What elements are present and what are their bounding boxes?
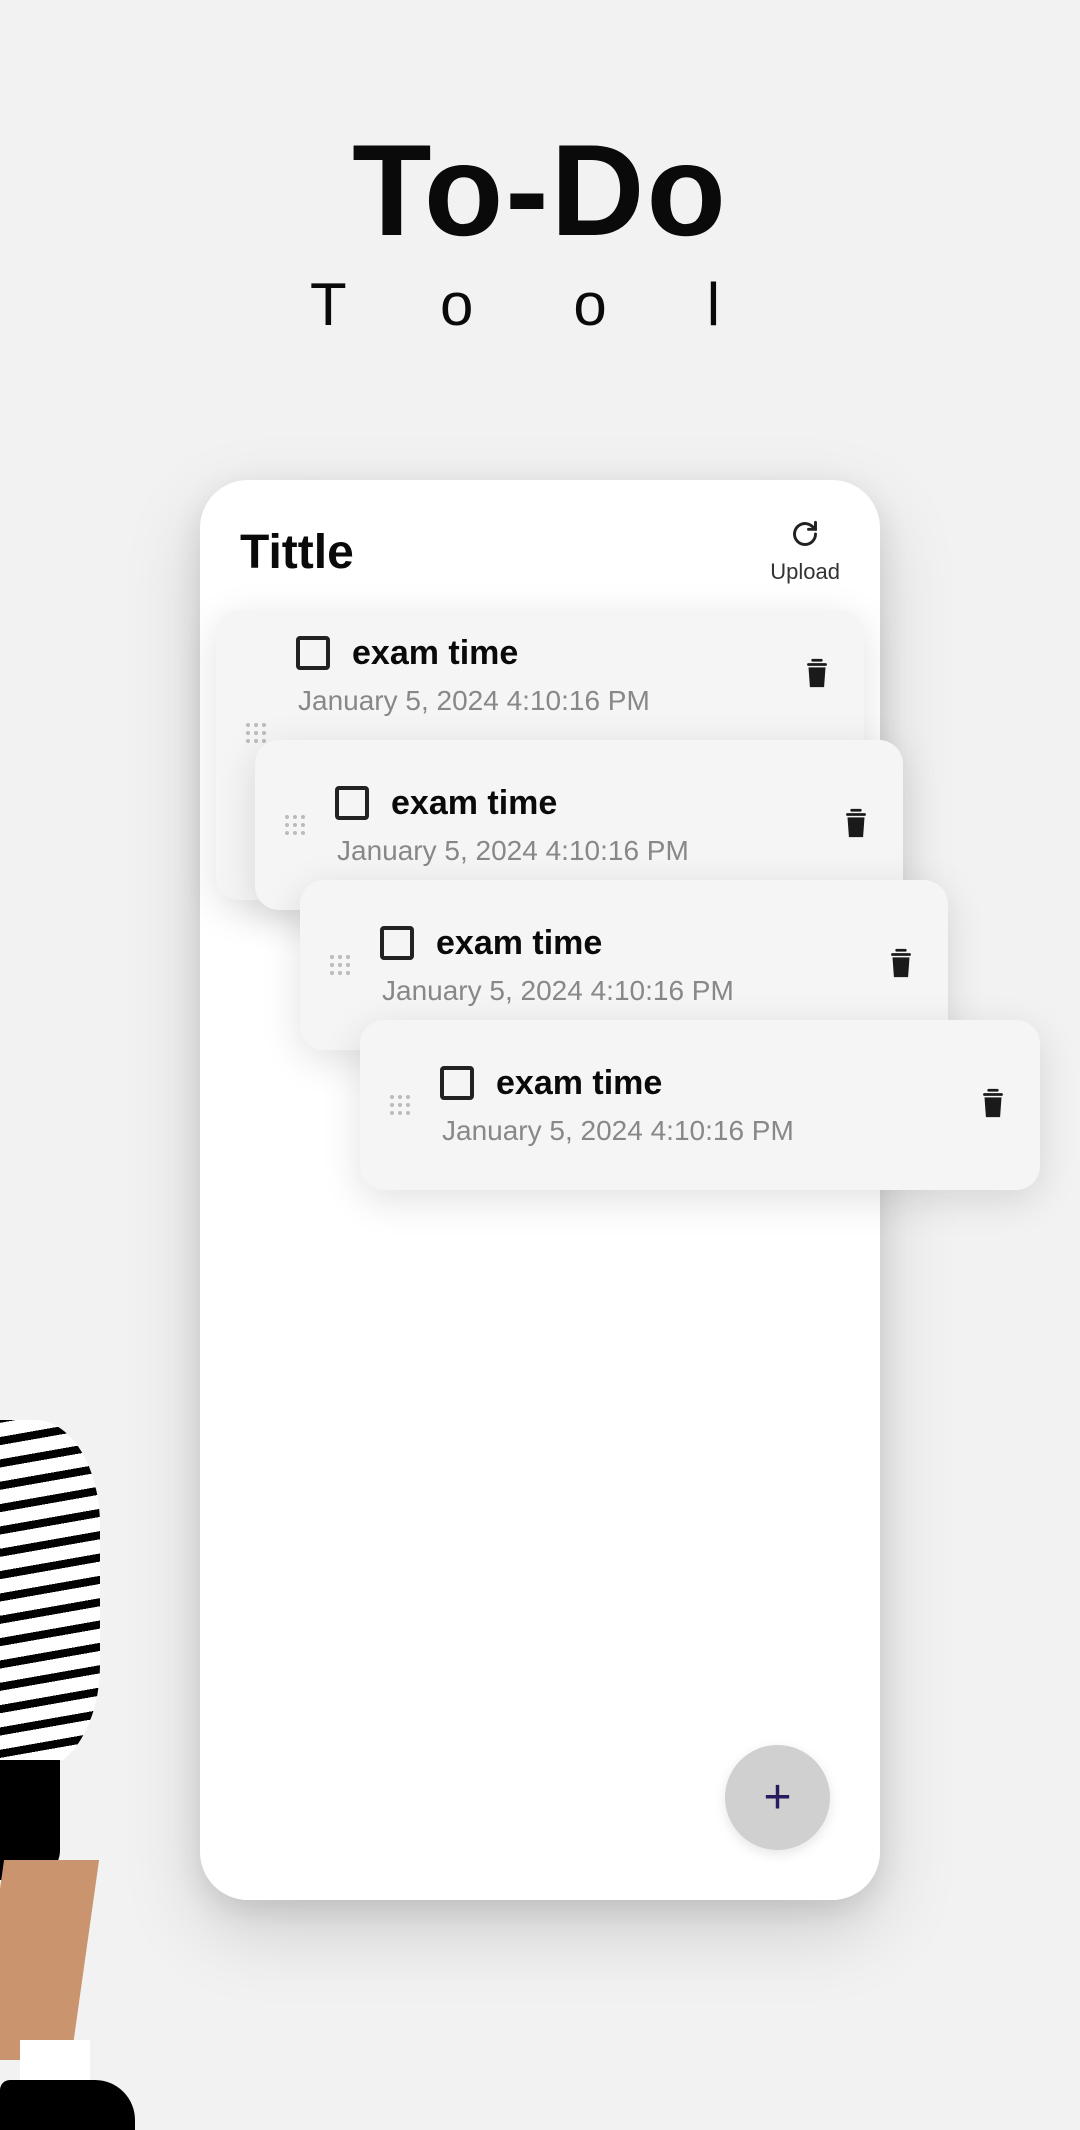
app-header: Tittle Upload: [200, 480, 880, 615]
trash-icon: [839, 804, 873, 842]
decorative-illustration: [0, 1420, 170, 2120]
trash-icon: [884, 944, 918, 982]
hero-subtitle: Tool: [260, 270, 820, 339]
upload-label: Upload: [770, 559, 840, 585]
drag-handle-icon[interactable]: [330, 955, 350, 975]
delete-button[interactable]: [800, 654, 834, 697]
delete-button[interactable]: [976, 1084, 1010, 1127]
hero-title: To-Do: [352, 115, 728, 265]
drag-handle-icon[interactable]: [246, 723, 266, 743]
upload-button[interactable]: Upload: [770, 520, 840, 585]
delete-button[interactable]: [839, 804, 873, 847]
refresh-icon: [791, 520, 819, 553]
task-title: exam time: [496, 1064, 662, 1103]
task-title: exam time: [436, 924, 602, 963]
trash-icon: [800, 654, 834, 692]
task-timestamp: January 5, 2024 4:10:16 PM: [337, 835, 819, 867]
task-title: exam time: [391, 784, 557, 823]
delete-button[interactable]: [884, 944, 918, 987]
task-checkbox[interactable]: [440, 1066, 474, 1100]
task-timestamp: January 5, 2024 4:10:16 PM: [382, 975, 864, 1007]
task-checkbox[interactable]: [380, 926, 414, 960]
task-checkbox[interactable]: [296, 636, 330, 670]
drag-handle-icon[interactable]: [285, 815, 305, 835]
add-task-button[interactable]: +: [725, 1745, 830, 1850]
todo-card[interactable]: exam time January 5, 2024 4:10:16 PM: [360, 1020, 1040, 1190]
trash-icon: [976, 1084, 1010, 1122]
plus-icon: +: [763, 1770, 791, 1825]
task-timestamp: January 5, 2024 4:10:16 PM: [442, 1115, 956, 1147]
task-title: exam time: [352, 634, 518, 673]
app-title: Tittle: [240, 525, 354, 580]
task-checkbox[interactable]: [335, 786, 369, 820]
drag-handle-icon[interactable]: [390, 1095, 410, 1115]
task-timestamp: January 5, 2024 4:10:16 PM: [298, 685, 780, 717]
